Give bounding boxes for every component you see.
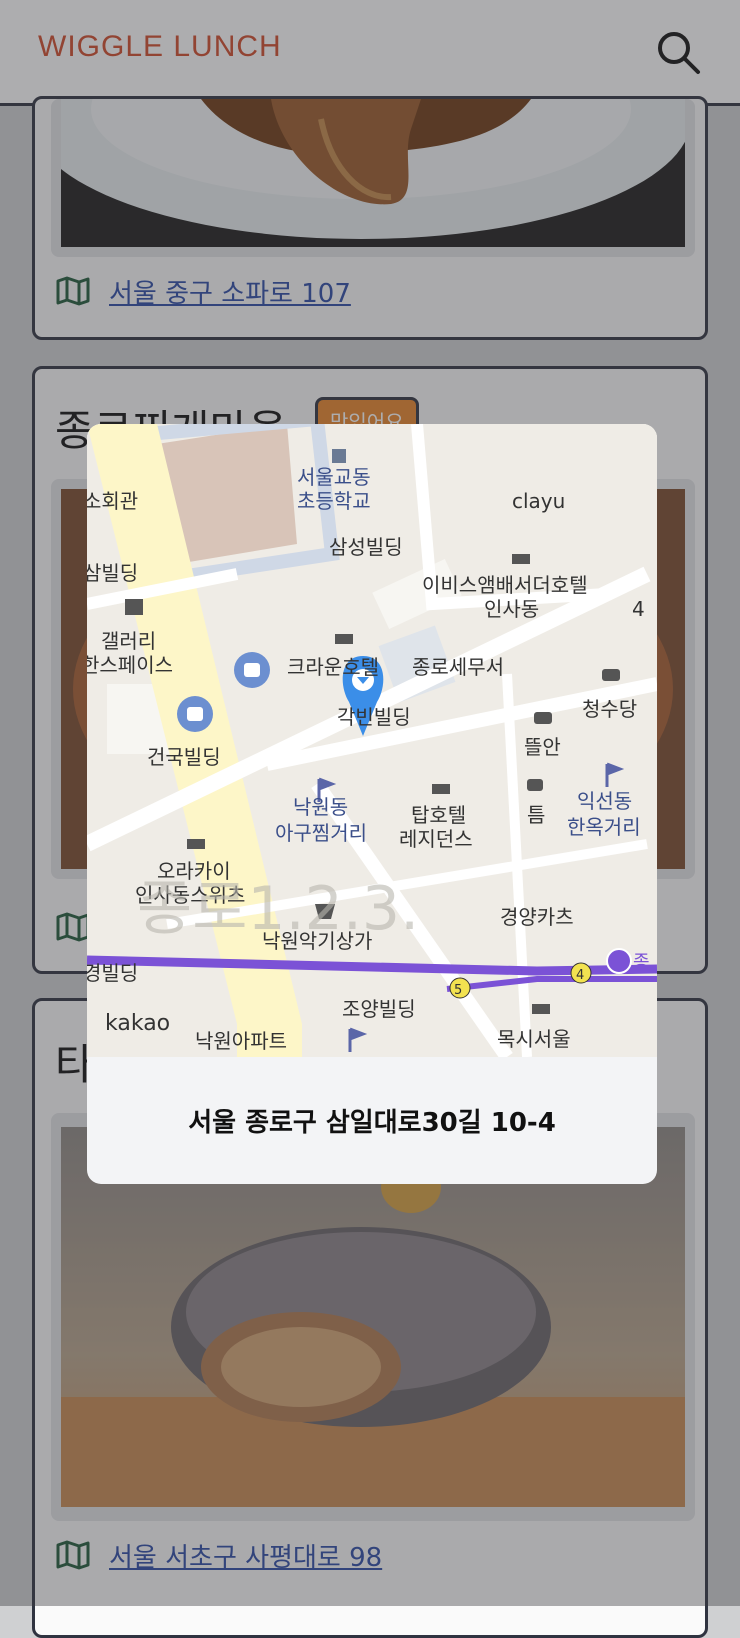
map-label: 뜰안 xyxy=(524,735,561,759)
map-label: 아구찜거리 xyxy=(275,821,367,845)
map-label: 4 xyxy=(632,597,645,621)
map-label: 4 xyxy=(576,968,584,983)
map-label: 종 xyxy=(633,952,650,973)
map-label: 서울교동 xyxy=(297,465,371,489)
map-label: 크라운호텔 xyxy=(287,655,379,679)
map-label: 경양카츠 xyxy=(500,905,574,929)
map-label: 삼빌딩 xyxy=(87,561,138,585)
map-label: 익선동 xyxy=(577,789,632,813)
map-label: 종로1.2.3. xyxy=(137,874,419,944)
map-label: 갤러리 xyxy=(101,629,156,653)
map-label: 경빌딩 xyxy=(87,961,138,985)
map-label: 초등학교 xyxy=(297,489,371,513)
map-label: 목시서울 xyxy=(497,1027,571,1051)
map-label: 낙원아파트 xyxy=(195,1029,287,1053)
map-label: 인사동 xyxy=(484,597,539,621)
map-label: 청수당 xyxy=(582,697,637,721)
map-label: 틈 xyxy=(527,803,545,827)
map-label: 종로세무서 xyxy=(412,655,504,679)
map-canvas[interactable]: 서울교동 초등학교 삼성빌딩 clayu 이비스앰배서더호텔 인사동 4 크라운… xyxy=(87,424,657,1061)
map-label: 레지던스 xyxy=(399,827,473,851)
map-label: 낙원동 xyxy=(293,795,348,819)
map-label: 조양빌딩 xyxy=(342,997,416,1021)
map-label: 한옥거리 xyxy=(567,815,641,839)
map-modal: 서울교동 초등학교 삼성빌딩 clayu 이비스앰배서더호텔 인사동 4 크라운… xyxy=(87,424,657,1184)
map-label: 이비스앰배서더호텔 xyxy=(422,573,588,597)
map-label: 탑호텔 xyxy=(411,803,466,827)
map-label: 소회관 xyxy=(87,489,138,513)
map-label: 5 xyxy=(454,983,462,998)
map-label: kakao xyxy=(105,1011,170,1036)
map-label: 한스페이스 xyxy=(87,653,173,677)
map-view[interactable]: 서울교동 초등학교 삼성빌딩 clayu 이비스앰배서더호텔 인사동 4 크라운… xyxy=(87,424,657,1061)
modal-address: 서울 종로구 삼일대로30길 10-4 xyxy=(188,1108,556,1138)
map-label: 삼성빌딩 xyxy=(329,535,403,559)
map-label: 각빈빌딩 xyxy=(337,705,411,729)
map-label: clayu xyxy=(512,489,565,513)
map-label: 건국빌딩 xyxy=(147,745,221,769)
